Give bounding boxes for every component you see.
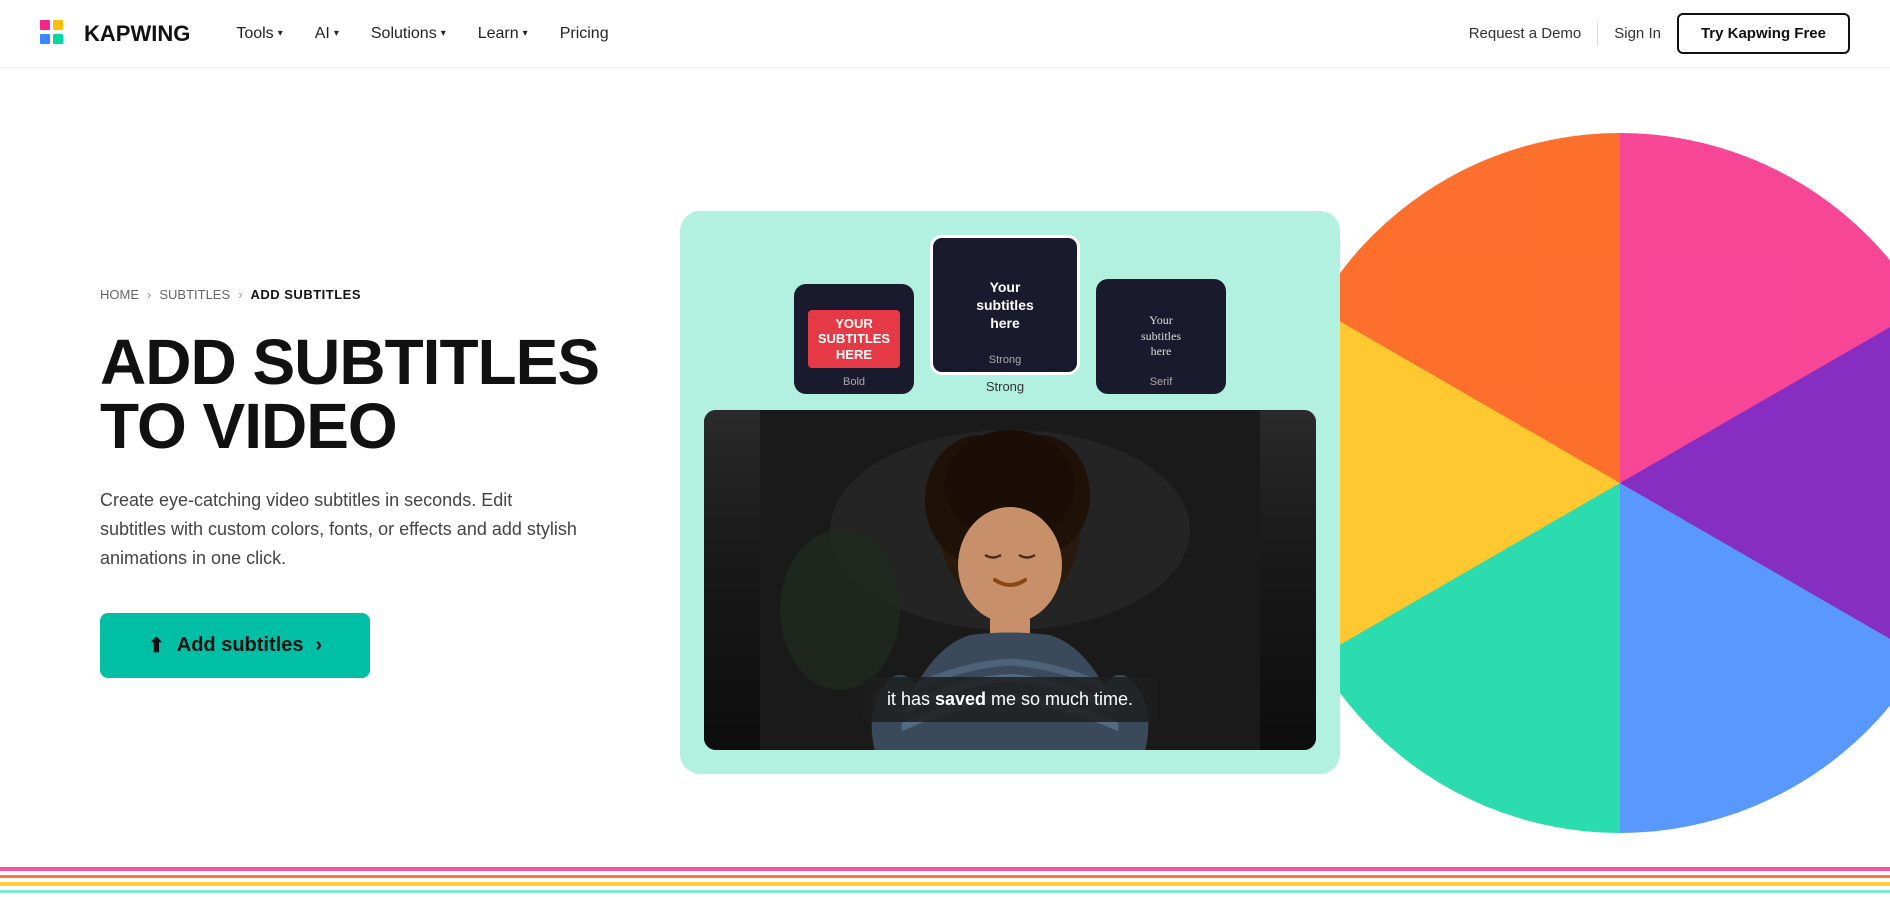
navbar: KAPWING Tools ▾ AI ▾ Solutions ▾ Learn ▾… xyxy=(0,0,1890,68)
arrow-right-icon: › xyxy=(315,634,322,657)
chevron-down-icon: ▾ xyxy=(334,28,339,39)
hero-right: Yoursubtitleshere Bold Yoursubtitleshere… xyxy=(660,68,1890,897)
nav-learn[interactable]: Learn ▾ xyxy=(464,17,542,51)
strong-label: Strong xyxy=(989,354,1021,366)
logo-icon xyxy=(40,20,76,48)
request-demo-link[interactable]: Request a Demo xyxy=(1469,25,1582,42)
style-strong-wrapper: Yoursubtitleshere Strong Strong xyxy=(930,235,1080,394)
video-frame: it has saved me so much time. xyxy=(704,410,1316,750)
hero-description: Create eye-catching video subtitles in s… xyxy=(100,486,580,572)
main-content: HOME › SUBTITLES › ADD SUBTITLES ADD SUB… xyxy=(0,68,1890,897)
serif-label: Serif xyxy=(1150,376,1173,388)
video-subtitle-overlay: it has saved me so much time. xyxy=(863,677,1157,722)
upload-icon: ⬆ xyxy=(148,633,165,658)
nav-solutions[interactable]: Solutions ▾ xyxy=(357,17,460,51)
preview-card: Yoursubtitleshere Bold Yoursubtitleshere… xyxy=(680,211,1340,774)
nav-tools[interactable]: Tools ▾ xyxy=(222,17,296,51)
nav-ai[interactable]: AI ▾ xyxy=(301,17,353,51)
nav-divider xyxy=(1597,22,1598,46)
sign-in-button[interactable]: Sign In xyxy=(1614,25,1661,42)
style-bold-wrapper: Yoursubtitleshere Bold xyxy=(794,284,914,394)
color-line-2 xyxy=(0,875,1890,879)
style-serif-wrapper: Yoursubtitleshere Serif xyxy=(1096,279,1226,394)
style-serif-thumb[interactable]: Yoursubtitleshere Serif xyxy=(1096,279,1226,394)
logo[interactable]: KAPWING xyxy=(40,20,190,48)
hero-left: HOME › SUBTITLES › ADD SUBTITLES ADD SUB… xyxy=(0,227,660,737)
add-subtitles-button[interactable]: ⬆ Add subtitles › xyxy=(100,613,370,678)
color-line-3 xyxy=(0,882,1890,886)
style-options-row: Yoursubtitleshere Bold Yoursubtitleshere… xyxy=(704,235,1316,394)
breadcrumb-subtitles[interactable]: SUBTITLES xyxy=(159,287,230,302)
breadcrumb-sep-2: › xyxy=(238,287,242,302)
hero-title: ADD SUBTITLES TO VIDEO xyxy=(100,330,600,458)
nav-links: Tools ▾ AI ▾ Solutions ▾ Learn ▾ Pricing xyxy=(222,17,622,51)
logo-text: KAPWING xyxy=(84,21,190,47)
breadcrumb-home[interactable]: HOME xyxy=(100,287,139,302)
chevron-down-icon: ▾ xyxy=(523,28,528,39)
color-line-1 xyxy=(0,867,1890,871)
chevron-down-icon: ▾ xyxy=(441,28,446,39)
decorative-color-lines xyxy=(0,867,1890,897)
try-free-button[interactable]: Try Kapwing Free xyxy=(1677,13,1850,54)
breadcrumb: HOME › SUBTITLES › ADD SUBTITLES xyxy=(100,287,600,302)
nav-right: Request a Demo Sign In Try Kapwing Free xyxy=(1469,13,1850,54)
bold-label: Bold xyxy=(843,376,865,388)
chevron-down-icon: ▾ xyxy=(278,28,283,39)
style-bold-thumb[interactable]: Yoursubtitleshere Bold xyxy=(794,284,914,394)
decorative-circle xyxy=(1270,133,1890,833)
nav-pricing[interactable]: Pricing xyxy=(546,17,623,51)
style-strong-thumb[interactable]: Yoursubtitleshere Strong xyxy=(930,235,1080,375)
breadcrumb-current: ADD SUBTITLES xyxy=(250,287,361,302)
strong-preview-text: Yoursubtitleshere xyxy=(966,278,1044,333)
serif-preview-text: Yoursubtitleshere xyxy=(1131,313,1191,360)
nav-left: KAPWING Tools ▾ AI ▾ Solutions ▾ Learn ▾… xyxy=(40,17,623,51)
color-line-4 xyxy=(0,890,1890,894)
bold-preview-text: Yoursubtitleshere xyxy=(808,310,900,369)
breadcrumb-sep-1: › xyxy=(147,287,151,302)
video-person-bg: it has saved me so much time. xyxy=(704,410,1316,750)
selected-style-name: Strong xyxy=(986,379,1024,394)
